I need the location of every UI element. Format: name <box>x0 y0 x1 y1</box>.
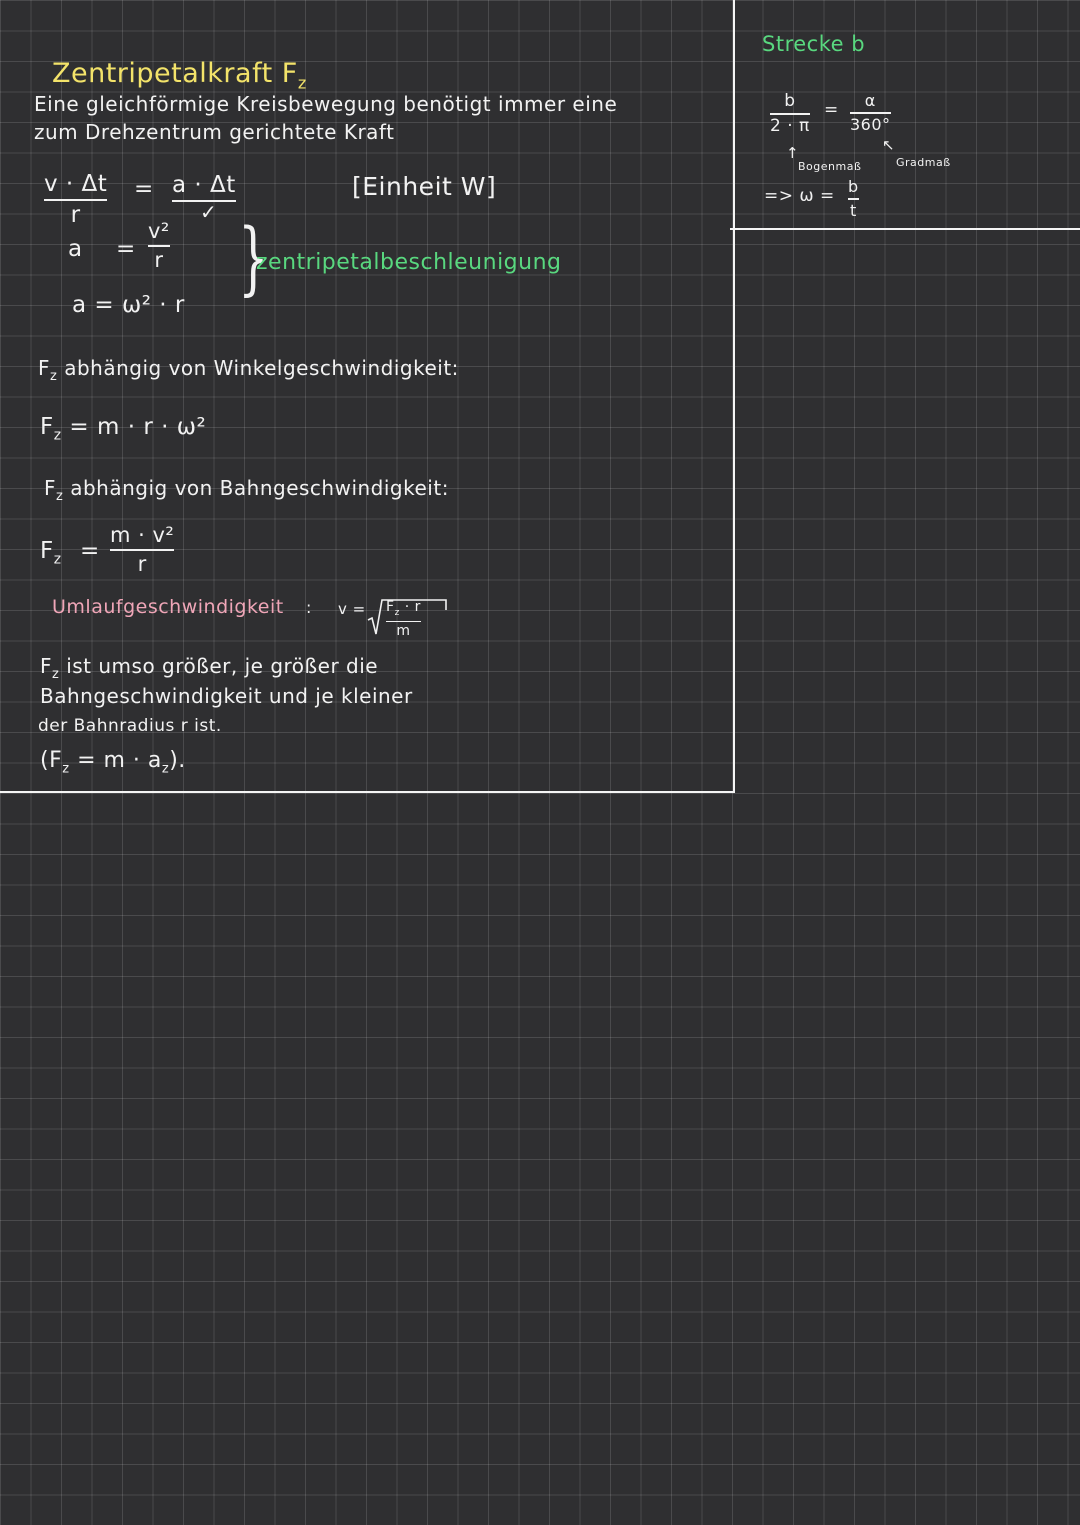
omega-denominator: t <box>849 200 857 220</box>
omega-prefix: => ω = <box>764 186 835 206</box>
side-fraction-1-denominator: 2 · π <box>770 115 810 136</box>
orbit-numerator: Fz · r <box>386 599 421 618</box>
eq1-left-fraction: v · Δt r <box>44 171 108 229</box>
side-fraction-2-bar <box>850 111 891 114</box>
side-fraction-1-numerator: b <box>784 91 796 111</box>
side-fraction-1: b 2 · π <box>770 92 810 135</box>
side-fraction-2-numerator: α <box>864 91 876 110</box>
conclusion-line-1: Fz ist umso größer, je größer die <box>40 654 379 682</box>
side-fraction-2-denominator: 360° <box>850 114 891 134</box>
page-title: Zentripetalkraft Fz <box>52 58 307 93</box>
formula2-equals: = <box>80 538 100 564</box>
side-fraction-1-bar <box>770 112 810 115</box>
orbit-denominator: m <box>396 623 411 640</box>
check-mark: ✓ <box>200 200 218 224</box>
conclusion-line-3: der Bahnradius r ist. <box>38 716 222 736</box>
orbit-colon: : <box>306 598 312 617</box>
acc1-left: a <box>68 236 83 262</box>
orbit-v: v = <box>338 600 366 618</box>
omega-numerator: b <box>848 177 859 196</box>
frame-vertical-line <box>733 0 735 793</box>
side-fraction-2: α 360° <box>850 92 891 133</box>
acc1-fraction: v² r <box>148 219 170 273</box>
acc2-formula: a = ω² · r <box>72 292 185 318</box>
orbit-fraction: Fz · r m <box>386 599 421 640</box>
formula2-left: Fz <box>40 538 62 568</box>
eq1-left-denominator: r <box>70 202 81 229</box>
unit-note: [Einheit W] <box>352 172 497 201</box>
formula2-fraction-bar <box>110 549 175 552</box>
acc1-denominator: r <box>154 248 164 273</box>
side-divider-line <box>730 228 1080 230</box>
formula2-fraction: m · v² r <box>110 523 175 577</box>
arrow-diagonal-icon: ↖ <box>882 136 896 154</box>
formula-angular: Fz = m · r · ω² <box>40 414 207 444</box>
label-gradmass: Gradmaß <box>896 156 951 169</box>
acc1-numerator: v² <box>148 219 170 243</box>
acc1-fraction-bar <box>148 245 170 248</box>
label-bogenmass: Bogenmaß <box>798 160 862 173</box>
eq1-equals: = <box>134 176 154 202</box>
side-equals: = <box>824 100 839 120</box>
omega-fraction: b t <box>848 178 859 219</box>
formula2-denominator: r <box>137 552 147 577</box>
side-title: Strecke b <box>762 32 866 56</box>
omega-fraction-bar <box>848 197 859 200</box>
dependency-angular: Fz abhängig von Winkelgeschwindigkeit: <box>38 356 459 384</box>
intro-line-2: zum Drehzentrum gerichtete Kraft <box>34 120 395 144</box>
intro-line-1: Eine gleichförmige Kreisbewegung benötig… <box>34 92 618 116</box>
dependency-orbital: Fz abhängig von Bahngeschwindigkeit: <box>44 476 449 504</box>
formula2-numerator: m · v² <box>110 523 175 547</box>
final-formula: (Fz = m · az). <box>40 748 186 777</box>
orbit-label: Umlaufgeschwindigkeit <box>52 596 284 618</box>
orbit-fraction-bar <box>386 620 421 623</box>
eq1-right: a · Δt <box>172 172 236 202</box>
conclusion-line-2: Bahngeschwindigkeit und je kleiner <box>40 684 413 708</box>
frame-horizontal-line <box>0 791 735 793</box>
acc-label: zentripetalbeschleunigung <box>256 250 562 275</box>
acc1-equals: = <box>116 236 136 262</box>
eq1-left-fraction-bar <box>44 199 108 202</box>
eq1-left-numerator: v · Δt <box>44 171 108 197</box>
